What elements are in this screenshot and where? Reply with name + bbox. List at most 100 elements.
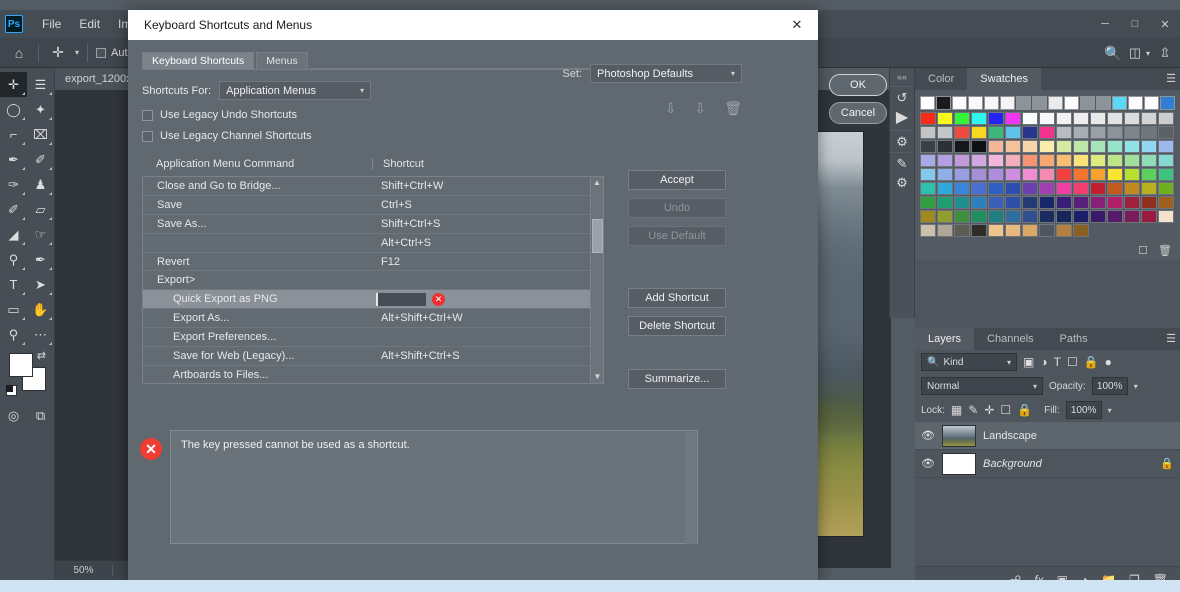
shortcuts-for-select[interactable]: Application Menus ▾: [219, 81, 372, 100]
swatch-cell[interactable]: [1039, 112, 1055, 125]
swap-colors-icon[interactable]: ⇄: [37, 349, 46, 362]
swatch-cell[interactable]: [1124, 182, 1140, 195]
swatch-cell[interactable]: [1160, 96, 1175, 110]
lock-image-icon[interactable]: ✎: [968, 403, 978, 417]
swatch-cell[interactable]: [920, 210, 936, 223]
swatch-cell[interactable]: [1039, 224, 1055, 237]
swatch-cell[interactable]: [1141, 196, 1157, 209]
swatch-cell[interactable]: [1056, 154, 1072, 167]
swatch-cell[interactable]: [1158, 126, 1174, 139]
tab-swatches[interactable]: Swatches: [967, 68, 1041, 90]
swatch-cell[interactable]: [1158, 182, 1174, 195]
swatch-cell[interactable]: [971, 210, 987, 223]
hand-tool-icon[interactable]: ✋: [27, 297, 54, 322]
swatch-cell[interactable]: [1141, 112, 1157, 125]
screen-mode-tool-icon[interactable]: ⧉: [27, 403, 54, 428]
chevron-down-icon[interactable]: ▾: [1108, 406, 1112, 415]
swatch-cell[interactable]: [1124, 168, 1140, 181]
shortcut-row[interactable]: Quick Export as PNG ✕: [143, 290, 603, 310]
swatch-cell[interactable]: [1141, 182, 1157, 195]
swatch-cell[interactable]: [1124, 112, 1140, 125]
swatch-cell[interactable]: [954, 224, 970, 237]
swatch-cell[interactable]: [1090, 182, 1106, 195]
swatch-cell[interactable]: [1039, 168, 1055, 181]
swatch-cell[interactable]: [1090, 210, 1106, 223]
swatch-cell[interactable]: [1096, 96, 1111, 110]
opacity-value[interactable]: 100%: [1091, 377, 1128, 395]
chevron-down-icon[interactable]: ▾: [1134, 382, 1138, 391]
swatch-cell[interactable]: [1056, 140, 1072, 153]
swatch-cell[interactable]: [1022, 168, 1038, 181]
swatch-cell[interactable]: [1032, 96, 1047, 110]
swatch-cell[interactable]: [984, 96, 999, 110]
swatch-cell[interactable]: [1056, 126, 1072, 139]
quick-mask-tool-icon[interactable]: ◎: [0, 403, 27, 428]
swatch-cell[interactable]: [971, 112, 987, 125]
swatch-cell[interactable]: [1005, 182, 1021, 195]
swatch-cell[interactable]: [1056, 210, 1072, 223]
summarize-button[interactable]: Summarize...: [628, 369, 726, 389]
menu-edit[interactable]: Edit: [70, 10, 109, 38]
chevron-down-icon[interactable]: ▾: [1007, 358, 1011, 367]
share-icon[interactable]: ⇫: [1154, 42, 1176, 64]
swatch-cell[interactable]: [988, 154, 1004, 167]
swatch-cell[interactable]: [920, 140, 936, 153]
swatch-cell[interactable]: [1022, 182, 1038, 195]
swatch-cell[interactable]: [1158, 168, 1174, 181]
swatch-cell[interactable]: [954, 112, 970, 125]
eyedropper-tool-icon[interactable]: ✒: [0, 147, 27, 172]
crop-tool-icon[interactable]: ⌐: [0, 122, 27, 147]
shortcut-row[interactable]: Revert F12: [143, 253, 603, 272]
lock-all-icon[interactable]: 🔒: [1017, 403, 1032, 417]
panel-menu-icon[interactable]: ☰: [1166, 332, 1176, 345]
chevron-down-icon[interactable]: ▾: [75, 48, 79, 57]
swatch-cell[interactable]: [1056, 224, 1072, 237]
swatch-cell[interactable]: [937, 224, 953, 237]
swatch-cell[interactable]: [1073, 224, 1089, 237]
swatch-cell[interactable]: [954, 182, 970, 195]
swatch-cell[interactable]: [1039, 126, 1055, 139]
swatch-cell[interactable]: [1073, 210, 1089, 223]
shortcut-row[interactable]: Alt+Ctrl+S: [143, 234, 603, 253]
swatch-cell[interactable]: [988, 224, 1004, 237]
shortcut-row[interactable]: Export Preferences...: [143, 328, 603, 348]
swatch-cell[interactable]: [1158, 154, 1174, 167]
swatch-cell[interactable]: [1107, 112, 1123, 125]
swatch-cell[interactable]: [1056, 112, 1072, 125]
swatch-cell[interactable]: [1039, 182, 1055, 195]
swatch-cell[interactable]: [1107, 168, 1123, 181]
swatch-cell[interactable]: [1022, 210, 1038, 223]
swatch-cell[interactable]: [1016, 96, 1031, 110]
home-icon[interactable]: ⌂: [8, 42, 30, 64]
eraser-tool-icon[interactable]: ▱: [27, 197, 54, 222]
minimize-icon[interactable]: ─: [1090, 10, 1120, 38]
swatch-cell[interactable]: [1073, 126, 1089, 139]
swatch-cell[interactable]: [1039, 196, 1055, 209]
type-tool-icon[interactable]: T: [0, 272, 27, 297]
swatch-cell[interactable]: [1107, 140, 1123, 153]
swatch-cell[interactable]: [1073, 154, 1089, 167]
shortcut-row[interactable]: Save for Web (Legacy)... Alt+Shift+Ctrl+S: [143, 347, 603, 366]
default-colors-icon[interactable]: [6, 385, 17, 396]
swatch-cell[interactable]: [988, 210, 1004, 223]
swatch-cell[interactable]: [1064, 96, 1079, 110]
swatch-cell[interactable]: [988, 168, 1004, 181]
move-tool-icon[interactable]: ✛: [47, 42, 69, 64]
tab-paths[interactable]: Paths: [1047, 328, 1101, 350]
move-tool-icon[interactable]: ✛: [0, 72, 27, 97]
swatch-cell[interactable]: [1141, 154, 1157, 167]
swatch-cell[interactable]: [1124, 196, 1140, 209]
tab-menus[interactable]: Menus: [256, 52, 308, 69]
layer-filter-kind[interactable]: 🔍 Kind ▾: [921, 353, 1017, 371]
swatch-cell[interactable]: [971, 168, 987, 181]
swatch-cell[interactable]: [971, 196, 987, 209]
new-swatch-icon[interactable]: ☐: [1138, 244, 1148, 257]
close-icon[interactable]: ✕: [1150, 10, 1180, 38]
error-scrollbar[interactable]: [685, 432, 696, 544]
layer-item[interactable]: 👁 Landscape: [915, 422, 1180, 450]
swatch-cell[interactable]: [1158, 140, 1174, 153]
swatch-cell[interactable]: [1073, 182, 1089, 195]
swatch-cell[interactable]: [1056, 196, 1072, 209]
magic-wand-tool-icon[interactable]: ✦: [27, 97, 54, 122]
foreground-background-color[interactable]: ⇄: [0, 347, 54, 403]
